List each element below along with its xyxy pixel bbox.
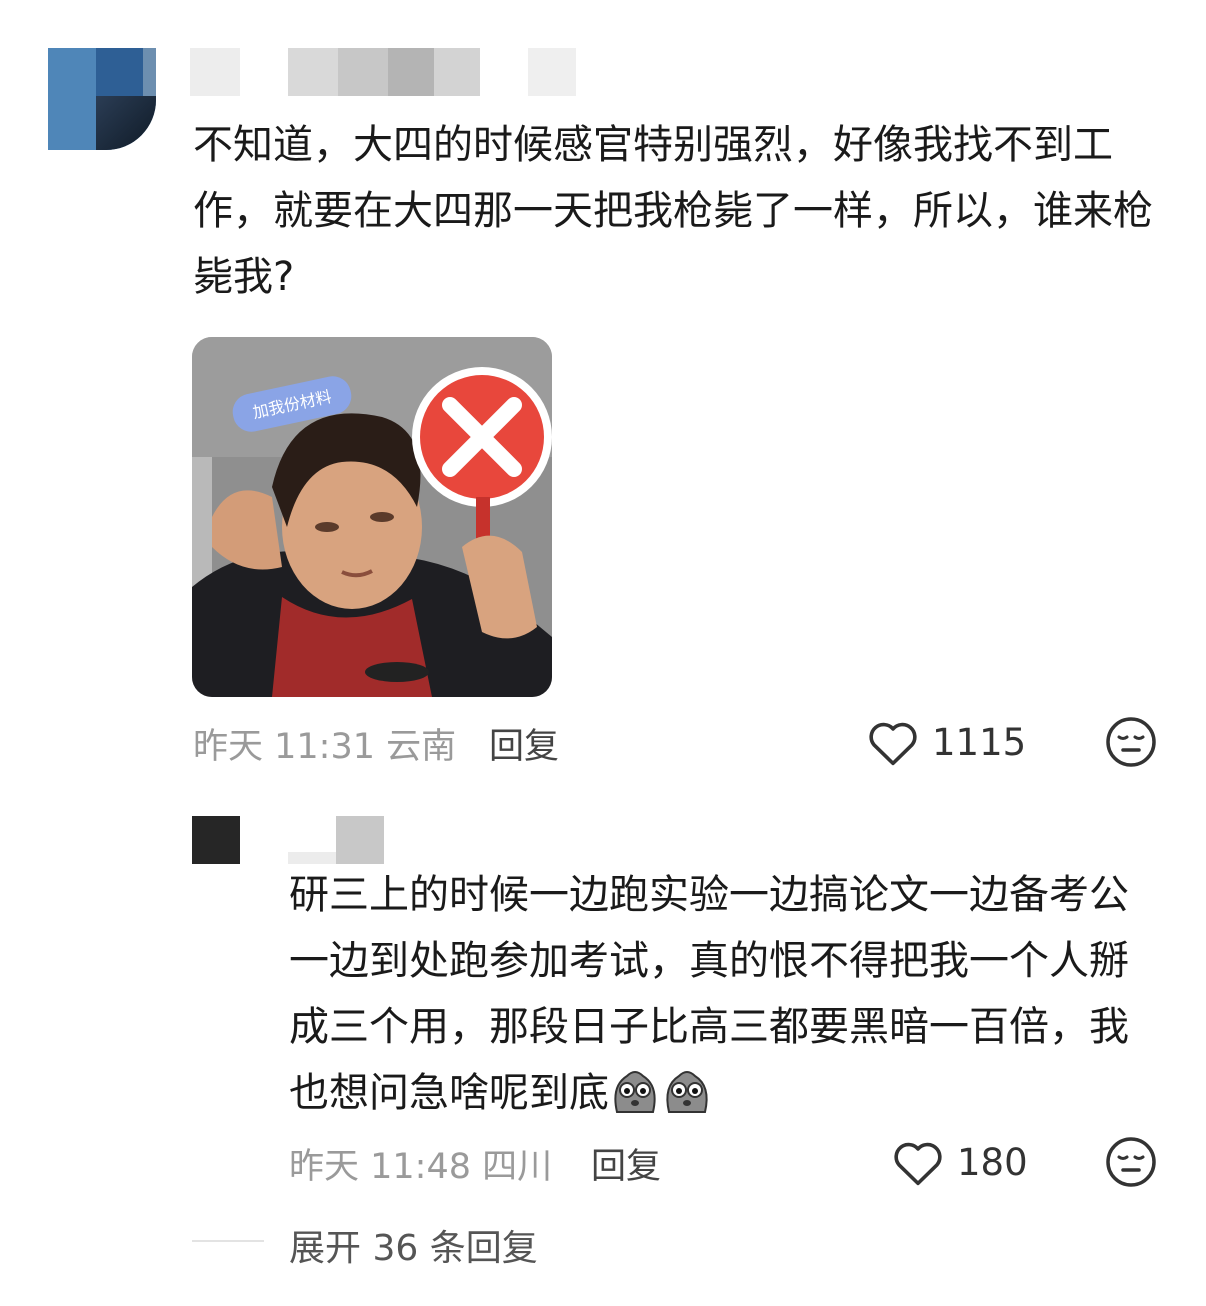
reply-location: 四川 <box>482 1147 553 1187</box>
comment-image-illustration: 加我份材料 <box>192 337 552 697</box>
reply-avatar[interactable] <box>192 816 240 864</box>
neutral-face-icon[interactable] <box>1105 1136 1157 1188</box>
comment-like-button[interactable]: 1115 <box>866 715 1046 771</box>
sad-bean-emoji <box>666 1071 708 1113</box>
avatar[interactable] <box>48 48 156 150</box>
username-blurred[interactable] <box>190 48 630 96</box>
divider <box>192 1240 264 1242</box>
reply-time: 昨天 11:48 <box>289 1147 471 1187</box>
reply-username-blurred[interactable] <box>288 816 388 864</box>
sad-bean-emoji <box>614 1071 656 1113</box>
comment-like-count: 1115 <box>932 721 1027 764</box>
reply-timestamp: 昨天 11:48 四川 <box>289 1138 552 1189</box>
expand-replies-button[interactable]: 展开 36 条回复 <box>289 1219 538 1271</box>
comment-image[interactable]: 加我份材料 <box>192 337 552 697</box>
comment-time: 昨天 11:31 <box>193 727 375 767</box>
reply-like-button[interactable]: 180 <box>891 1135 1041 1191</box>
reply-reply-button[interactable]: 回复 <box>591 1138 661 1189</box>
comment-location: 云南 <box>386 727 457 767</box>
reply-like-count: 180 <box>957 1141 1028 1184</box>
comment-timestamp: 昨天 11:31 云南 <box>193 718 456 769</box>
reply-text: 研三上的时候一边跑实验一边搞论文一边备考公一边到处跑参加考试，真的恨不得把我一个… <box>289 862 1149 1126</box>
heart-outline-icon <box>894 1142 942 1186</box>
comment-text: 不知道，大四的时候感官特别强烈，好像我找不到工作，就要在大四那一天把我枪毙了一样… <box>193 122 1153 300</box>
comment-reply-button[interactable]: 回复 <box>489 718 559 769</box>
neutral-face-icon[interactable] <box>1105 716 1157 768</box>
heart-outline-icon <box>869 722 917 766</box>
